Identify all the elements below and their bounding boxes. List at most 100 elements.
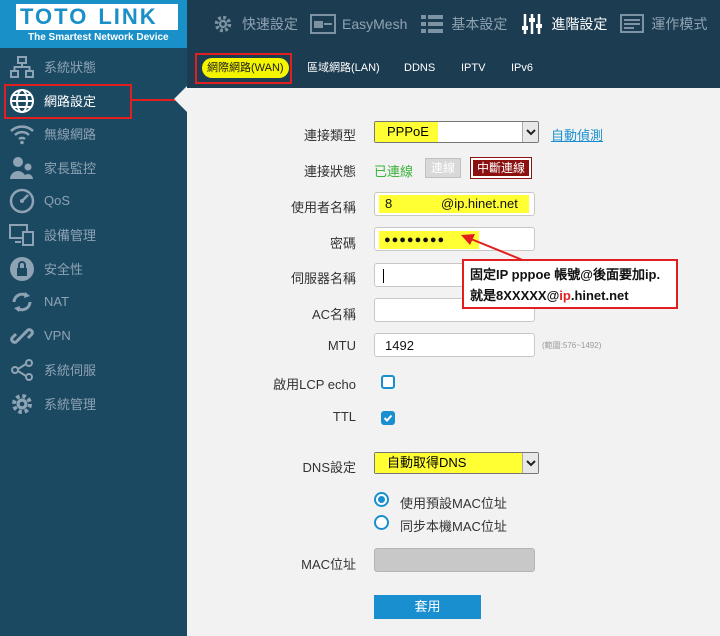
topnav-advanced-settings[interactable]: 進階設定 — [519, 0, 607, 48]
sidebar-item-label: 系統伺服 — [44, 363, 97, 378]
annotation-line-2-suffix: .hinet.net — [570, 288, 629, 303]
mac-clone-radio[interactable] — [374, 515, 389, 530]
mtu-range-hint: (範圍:576~1492) — [542, 341, 602, 350]
sidebar-item-label: 系統管理 — [44, 397, 97, 412]
username-prefix: 8 — [385, 196, 393, 211]
topnav-label: 運作模式 — [651, 16, 708, 32]
sidebar-item-label: 設備管理 — [44, 228, 97, 243]
dns-setting-label: DNS設定 — [302, 460, 356, 475]
annotation-line-2-red: ip — [559, 288, 571, 303]
chevron-down-icon — [522, 453, 538, 473]
conn-status-value: 已連線 — [374, 164, 414, 179]
username-label: 使用者名稱 — [290, 200, 356, 215]
auto-detect-link[interactable]: 自動偵測 — [551, 125, 603, 144]
sidebar-item-device-management[interactable]: 設備管理 — [0, 218, 187, 251]
settings-icon — [9, 391, 35, 417]
lcp-echo-label: 啟用LCP echo — [273, 377, 356, 392]
mac-default-radio[interactable] — [374, 492, 389, 507]
topnav-label: 進階設定 — [551, 16, 608, 32]
top-navigation: 快速設定 EasyMesh 基本設定 進階設定 運作模式 — [210, 0, 719, 48]
sidebar-item-label: 家長監控 — [44, 161, 97, 176]
sidebar-item-label: VPN — [44, 328, 71, 343]
logo-wordmark: TOTO LINK — [16, 4, 178, 30]
conn-status-label: 連接狀態 — [303, 164, 356, 179]
disconnect-button[interactable]: 中斷連線 — [470, 157, 532, 179]
checkmark-icon — [383, 414, 393, 422]
sidebar-item-parental[interactable]: 家長監控 — [0, 151, 187, 184]
text-cursor — [383, 269, 384, 283]
speedometer-icon — [9, 188, 35, 214]
conn-type-label: 連接類型 — [303, 128, 356, 143]
share-icon — [9, 357, 35, 383]
sidebar-item-label: 無線網路 — [44, 127, 97, 142]
mac-address-label: MAC位址 — [301, 557, 356, 572]
sidebar-item-system-service[interactable]: 系統伺服 — [0, 353, 187, 386]
logo-tagline: The Smartest Network Device — [28, 32, 169, 43]
sidebar-item-system-status[interactable]: 系統狀態 — [0, 50, 187, 83]
chevron-down-icon — [522, 122, 538, 142]
username-input[interactable]: 8 @ip.hinet.net — [374, 192, 535, 216]
mtu-label: MTU — [327, 338, 356, 353]
ttl-checkbox[interactable] — [381, 411, 395, 425]
parental-icon — [9, 155, 35, 181]
annotation-tab-highlight — [195, 53, 292, 84]
sidebar-item-wireless[interactable]: 無線網路 — [0, 117, 187, 150]
sidebar: 系統狀態 網路設定 無線網路 家長監控 QoS 設備管理 安全性 NAT VPN… — [0, 48, 187, 636]
topnav-easymesh[interactable]: EasyMesh — [310, 0, 407, 48]
sidebar-item-label: 安全性 — [44, 262, 84, 277]
mac-address-input — [374, 548, 535, 572]
ac-name-label: AC名稱 — [311, 307, 356, 322]
sidebar-item-label: QoS — [44, 193, 71, 208]
sidebar-item-nat[interactable]: NAT — [0, 285, 187, 318]
sidebar-item-system-management[interactable]: 系統管理 — [0, 387, 187, 420]
sidebar-item-label: NAT — [44, 294, 70, 309]
tab-ipv6[interactable]: IPv6 — [511, 58, 533, 78]
logo: TOTO LINK The Smartest Network Device — [0, 0, 187, 48]
logo-brand-left: TOTO — [20, 4, 89, 29]
conn-type-select[interactable]: PPPoE — [374, 121, 539, 143]
conn-type-value: PPPoE — [375, 122, 438, 142]
dns-setting-value: 自動取得DNS — [375, 453, 522, 473]
tab-iptv[interactable]: IPTV — [461, 58, 485, 78]
lcp-echo-checkbox[interactable] — [381, 375, 395, 389]
topnav-label: 基本設定 — [451, 16, 508, 32]
link-icon — [9, 323, 35, 349]
mesh-icon — [310, 12, 336, 36]
sidebar-item-label: 系統狀態 — [44, 60, 97, 75]
annotation-line-2: 就是8XXXXX@ip.hinet.net — [470, 285, 670, 306]
mtu-input[interactable]: 1492 — [374, 333, 535, 357]
sidebar-item-security[interactable]: 安全性 — [0, 252, 187, 285]
topnav-quick-setup[interactable]: 快速設定 — [210, 0, 298, 48]
active-pointer — [174, 86, 187, 112]
topnav-basic-settings[interactable]: 基本設定 — [419, 0, 507, 48]
network-status-icon — [9, 54, 35, 80]
top-header: TOTO LINK The Smartest Network Device 快速設… — [0, 0, 720, 48]
logo-brand-right: LINK — [98, 4, 158, 29]
password-label: 密碼 — [329, 236, 356, 251]
sliders-icon — [519, 12, 545, 36]
mac-clone-label: 同步本機MAC位址 — [400, 519, 507, 534]
wifi-icon — [9, 121, 35, 147]
sidebar-item-qos[interactable]: QoS — [0, 184, 187, 217]
annotation-line-2-prefix: 就是8XXXXX@ — [470, 288, 560, 303]
tab-ddns[interactable]: DDNS — [404, 58, 435, 78]
username-suffix: @ip.hinet.net — [441, 196, 518, 211]
mac-default-label: 使用預設MAC位址 — [400, 496, 507, 511]
sidebar-item-vpn[interactable]: VPN — [0, 319, 187, 352]
topnav-operation-mode[interactable]: 運作模式 — [619, 0, 707, 48]
topnav-label: EasyMesh — [342, 16, 408, 32]
annotation-callout: 固定IP pppoe 帳號@後面要加ip. 就是8XXXXX@ip.hinet.… — [462, 259, 678, 309]
connect-button[interactable]: 連線 — [425, 158, 461, 178]
gear-icon — [210, 12, 236, 36]
mode-icon — [619, 12, 645, 36]
topnav-label: 快速設定 — [242, 16, 298, 32]
dns-setting-select[interactable]: 自動取得DNS — [374, 452, 539, 474]
server-name-label: 伺服器名稱 — [290, 271, 356, 286]
list-icon — [419, 12, 445, 36]
devices-icon — [9, 222, 35, 248]
refresh-icon — [9, 289, 35, 315]
ttl-label: TTL — [332, 409, 356, 424]
tab-lan[interactable]: 區域網路(LAN) — [307, 58, 380, 78]
apply-button[interactable]: 套用 — [374, 595, 481, 619]
annotation-line-1: 固定IP pppoe 帳號@後面要加ip. — [470, 267, 661, 282]
